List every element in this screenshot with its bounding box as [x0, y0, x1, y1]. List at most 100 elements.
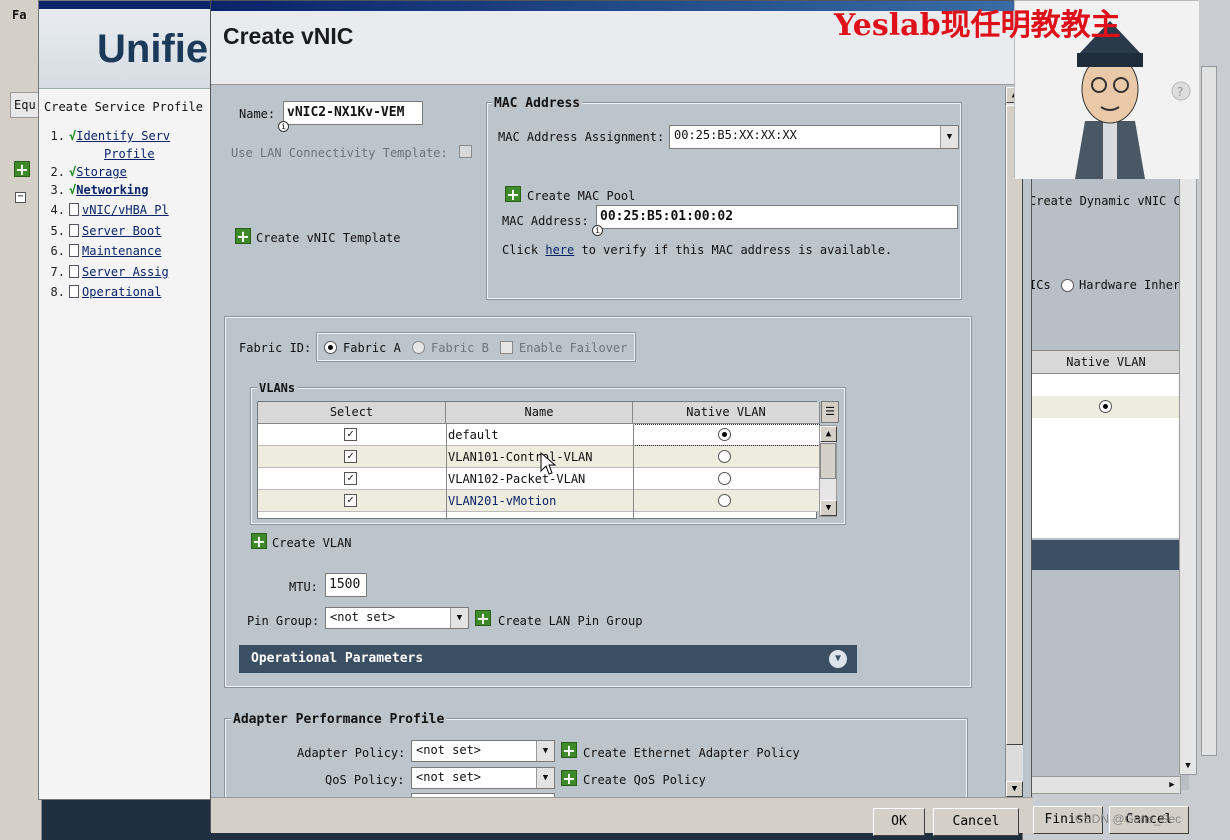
chevron-down-icon[interactable]: ▼	[940, 126, 958, 148]
column-header-native-vlan[interactable]: Native VLAN	[633, 402, 820, 424]
scroll-up-icon[interactable]: ▲	[820, 426, 837, 442]
table-row[interactable]: ✓ VLAN101-Control-VLAN	[258, 446, 820, 468]
native-vlan-radio[interactable]	[718, 472, 731, 485]
tree-collapse-icon[interactable]: −	[15, 192, 26, 203]
name-label: Name:	[239, 107, 276, 121]
vlan-select-checkbox[interactable]: ✓	[344, 428, 357, 441]
step-maintenance[interactable]: 6. Maintenance	[45, 244, 161, 258]
chevron-down-icon[interactable]: ▼	[536, 768, 554, 788]
plus-icon: +	[561, 769, 577, 788]
step-networking[interactable]: 3. √Networking	[45, 183, 149, 197]
mac-address-label: MAC Address:	[502, 214, 589, 228]
service-window-titlebar	[39, 1, 215, 9]
scroll-down-icon[interactable]: ▼	[820, 500, 837, 516]
document-icon	[69, 285, 79, 298]
mtu-input[interactable]: 1500	[325, 573, 367, 597]
create-dynamic-vnic-link[interactable]: Create Dynamic vNIC C	[1029, 194, 1181, 208]
lan-template-label: Use LAN Connectivity Template:	[231, 146, 448, 160]
adapter-policy-select[interactable]: <not set> ▼	[411, 740, 555, 762]
plus-icon: +	[251, 532, 267, 551]
info-icon[interactable]: i	[278, 121, 289, 132]
mac-address-input[interactable]: 00:25:B5:01:00:02	[596, 205, 958, 229]
vlan-table-scroll-thumb[interactable]	[820, 443, 836, 479]
step-storage[interactable]: 2. √Storage	[45, 165, 127, 179]
step-vnic-vhba[interactable]: 4. vNIC/vHBA Pl	[45, 203, 169, 217]
step-operational[interactable]: 8. Operational	[45, 285, 161, 299]
create-mac-pool-link[interactable]: Create MAC Pool	[527, 189, 635, 203]
create-vnic-template-link[interactable]: Create vNIC Template	[256, 231, 401, 245]
table-row[interactable]: ✓ VLAN201-vMotion	[258, 490, 820, 512]
adapter-policy-label: Adapter Policy:	[297, 746, 406, 760]
operational-parameters-bar[interactable]: Operational Parameters ▼	[239, 645, 857, 673]
watermark-text: Yeslab现任明教教主	[834, 8, 1121, 43]
vlan-name: default	[448, 428, 499, 442]
step-server-assign[interactable]: 7. Server Assig	[45, 265, 169, 279]
vlan-select-checkbox[interactable]: ✓	[344, 472, 357, 485]
document-icon	[69, 224, 79, 237]
hardware-inherited-label: Hardware Inher	[1079, 278, 1181, 292]
mac-assignment-select[interactable]: 00:25:B5:XX:XX:XX ▼	[669, 125, 959, 149]
vlan-select-checkbox[interactable]: ✓	[344, 450, 357, 463]
table-row[interactable]: ✓ default	[258, 424, 820, 446]
scroll-down-icon[interactable]: ▼	[1006, 781, 1023, 797]
table-column-chooser-icon[interactable]: ☰	[821, 401, 839, 423]
column-header-select[interactable]: Select	[258, 402, 446, 424]
cancel-button[interactable]: Cancel	[933, 808, 1019, 836]
lan-template-checkbox[interactable]	[459, 145, 472, 158]
chevron-down-icon[interactable]: ▼	[450, 608, 468, 628]
native-vlan-radio[interactable]	[718, 494, 731, 507]
native-vlan-radio[interactable]	[718, 428, 731, 441]
pin-group-select[interactable]: <not set> ▼	[325, 607, 469, 629]
step-identify-line2[interactable]: Profile	[104, 147, 155, 161]
chevron-down-icon[interactable]: ▼	[536, 741, 554, 761]
right-native-vlan-radio[interactable]	[1099, 400, 1112, 413]
scroll-down-icon[interactable]: ▼	[1180, 758, 1196, 774]
enable-failover-checkbox[interactable]	[500, 341, 513, 354]
right-table-row	[1031, 374, 1181, 396]
step-server-boot[interactable]: 5. Server Boot	[45, 224, 161, 238]
document-icon	[69, 203, 79, 216]
hardware-inherited-radio[interactable]	[1061, 279, 1074, 292]
dialog-vscroll-thumb[interactable]	[1006, 105, 1023, 745]
dialog-vscrollbar[interactable]: ▲ ▼	[1005, 87, 1023, 797]
create-vlan-link[interactable]: Create VLAN	[272, 536, 351, 550]
expand-chevron-icon[interactable]: ▼	[829, 650, 847, 668]
right-hscrollbar[interactable]: ▶	[1031, 776, 1181, 794]
enable-failover-label: Enable Failover	[519, 341, 628, 355]
banner-text: Unifie	[97, 27, 209, 71]
scroll-right-icon[interactable]: ▶	[1164, 777, 1180, 793]
svg-text:?: ?	[1177, 85, 1183, 99]
right-native-vlan-header: Native VLAN	[1031, 350, 1181, 374]
column-header-name[interactable]: Name	[446, 402, 633, 424]
create-lan-pin-group-link[interactable]: Create LAN Pin Group	[498, 614, 643, 628]
right-outer-scrollbar[interactable]	[1201, 66, 1217, 756]
plus-icon: +	[561, 741, 577, 760]
right-vscrollbar[interactable]: ▲ ▼	[1179, 145, 1197, 775]
info-icon[interactable]: i	[592, 225, 603, 236]
hardware-option-label-prefix: ICs	[1029, 278, 1051, 292]
vlan-table-scrollbar[interactable]: ▲ ▼	[819, 425, 837, 517]
column-divider	[633, 424, 634, 520]
adapter-performance-title: Adapter Performance Profile	[231, 712, 447, 727]
document-icon	[69, 265, 79, 278]
vlan-select-checkbox[interactable]: ✓	[344, 494, 357, 507]
mac-verify-text: Click here to verify if this MAC address…	[502, 243, 893, 257]
outer-tab-label: Fa	[12, 8, 27, 22]
native-vlan-radio[interactable]	[718, 450, 731, 463]
fabric-a-radio[interactable]	[324, 341, 337, 354]
equipment-tab[interactable]: Equ	[10, 92, 40, 118]
mac-verify-link[interactable]: here	[545, 243, 574, 257]
create-ethernet-adapter-policy-link[interactable]: Create Ethernet Adapter Policy	[583, 746, 800, 760]
name-input[interactable]: vNIC2-NX1Kv-VEM	[283, 101, 423, 125]
fabric-b-radio[interactable]	[412, 341, 425, 354]
service-profile-heading: Create Service Profile	[44, 100, 203, 114]
add-icon[interactable]: +	[14, 161, 30, 178]
create-qos-policy-link[interactable]: Create QoS Policy	[583, 773, 706, 787]
qos-policy-select[interactable]: <not set> ▼	[411, 767, 555, 789]
ok-button[interactable]: OK	[873, 808, 925, 836]
column-divider	[446, 424, 447, 520]
step-identify[interactable]: 1. √Identify Serv	[45, 129, 171, 143]
vlan-name: VLAN102-Packet-VLAN	[448, 472, 586, 486]
dialog-title: Create vNIC	[223, 23, 354, 49]
table-row[interactable]: ✓ VLAN102-Packet-VLAN	[258, 468, 820, 490]
